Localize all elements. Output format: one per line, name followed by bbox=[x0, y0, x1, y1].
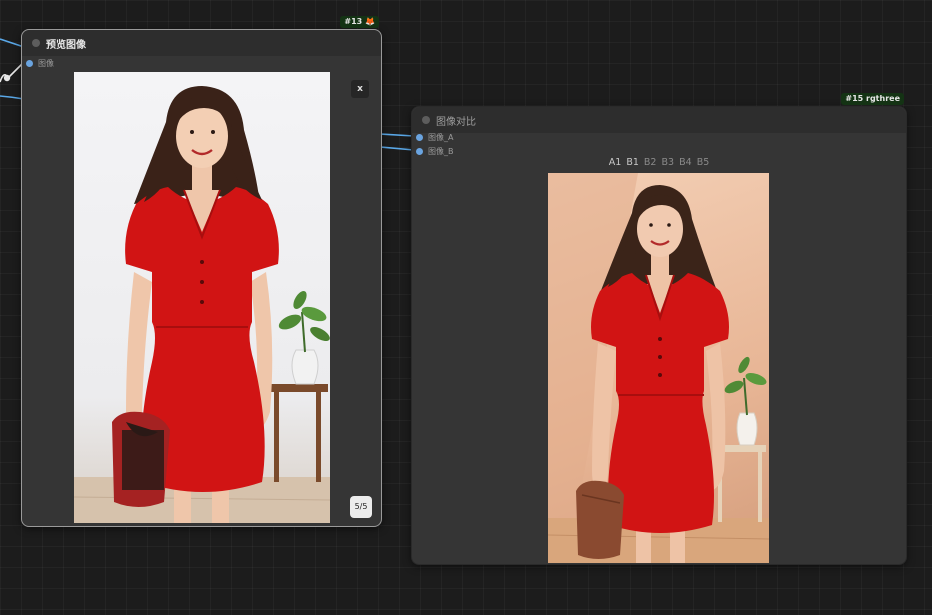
node-id-badge: #13 🦊 bbox=[340, 16, 379, 28]
wire-to-image-a bbox=[379, 133, 415, 137]
collapse-dot-icon[interactable] bbox=[32, 39, 40, 47]
wire-to-image-b bbox=[379, 146, 415, 151]
socket-dot-icon[interactable] bbox=[26, 59, 33, 67]
tab-b5[interactable]: B5 bbox=[697, 157, 710, 168]
compare-image[interactable] bbox=[548, 173, 769, 563]
image-compare-node[interactable]: #15 rgthree 图像对比 图像_A 图像_B A1 B1 B2 B3 B… bbox=[411, 93, 907, 565]
input-image-a-label: 图像_A bbox=[428, 132, 454, 142]
tab-b1[interactable]: B1 bbox=[626, 157, 639, 168]
collapse-dot-icon[interactable] bbox=[422, 116, 430, 124]
tab-b4[interactable]: B4 bbox=[679, 157, 692, 168]
tab-b3[interactable]: B3 bbox=[662, 157, 675, 168]
input-image-socket[interactable]: 图像 bbox=[26, 57, 54, 69]
image-counter[interactable]: 5/5 bbox=[350, 496, 372, 518]
compare-tab-bar: A1 B1 B2 B3 B4 B5 bbox=[412, 157, 906, 168]
node-header[interactable]: 图像对比 bbox=[412, 107, 906, 133]
tab-a1[interactable]: A1 bbox=[609, 157, 622, 168]
preview-image[interactable] bbox=[74, 72, 330, 523]
node-id-badge: #15 rgthree bbox=[841, 93, 904, 105]
input-image-b-socket[interactable]: 图像_B bbox=[416, 145, 454, 157]
socket-dot-icon[interactable] bbox=[416, 147, 423, 155]
wire-reroute-dot bbox=[3, 74, 11, 82]
node-title: 图像对比 bbox=[436, 117, 476, 128]
input-image-b-label: 图像_B bbox=[428, 146, 454, 156]
input-image-a-socket[interactable]: 图像_A bbox=[416, 131, 453, 143]
node-header[interactable]: 预览图像 bbox=[22, 30, 381, 56]
input-image-label: 图像 bbox=[38, 58, 54, 68]
woman-red-dress-illustration bbox=[548, 173, 769, 563]
node-title: 预览图像 bbox=[46, 40, 86, 51]
tab-b2[interactable]: B2 bbox=[644, 157, 657, 168]
close-button[interactable]: x bbox=[351, 80, 369, 98]
socket-dot-icon[interactable] bbox=[416, 133, 423, 141]
woman-red-dress-illustration bbox=[74, 86, 330, 523]
preview-image-node[interactable]: #13 🦊 预览图像 图像 x 5/5 bbox=[21, 16, 382, 527]
